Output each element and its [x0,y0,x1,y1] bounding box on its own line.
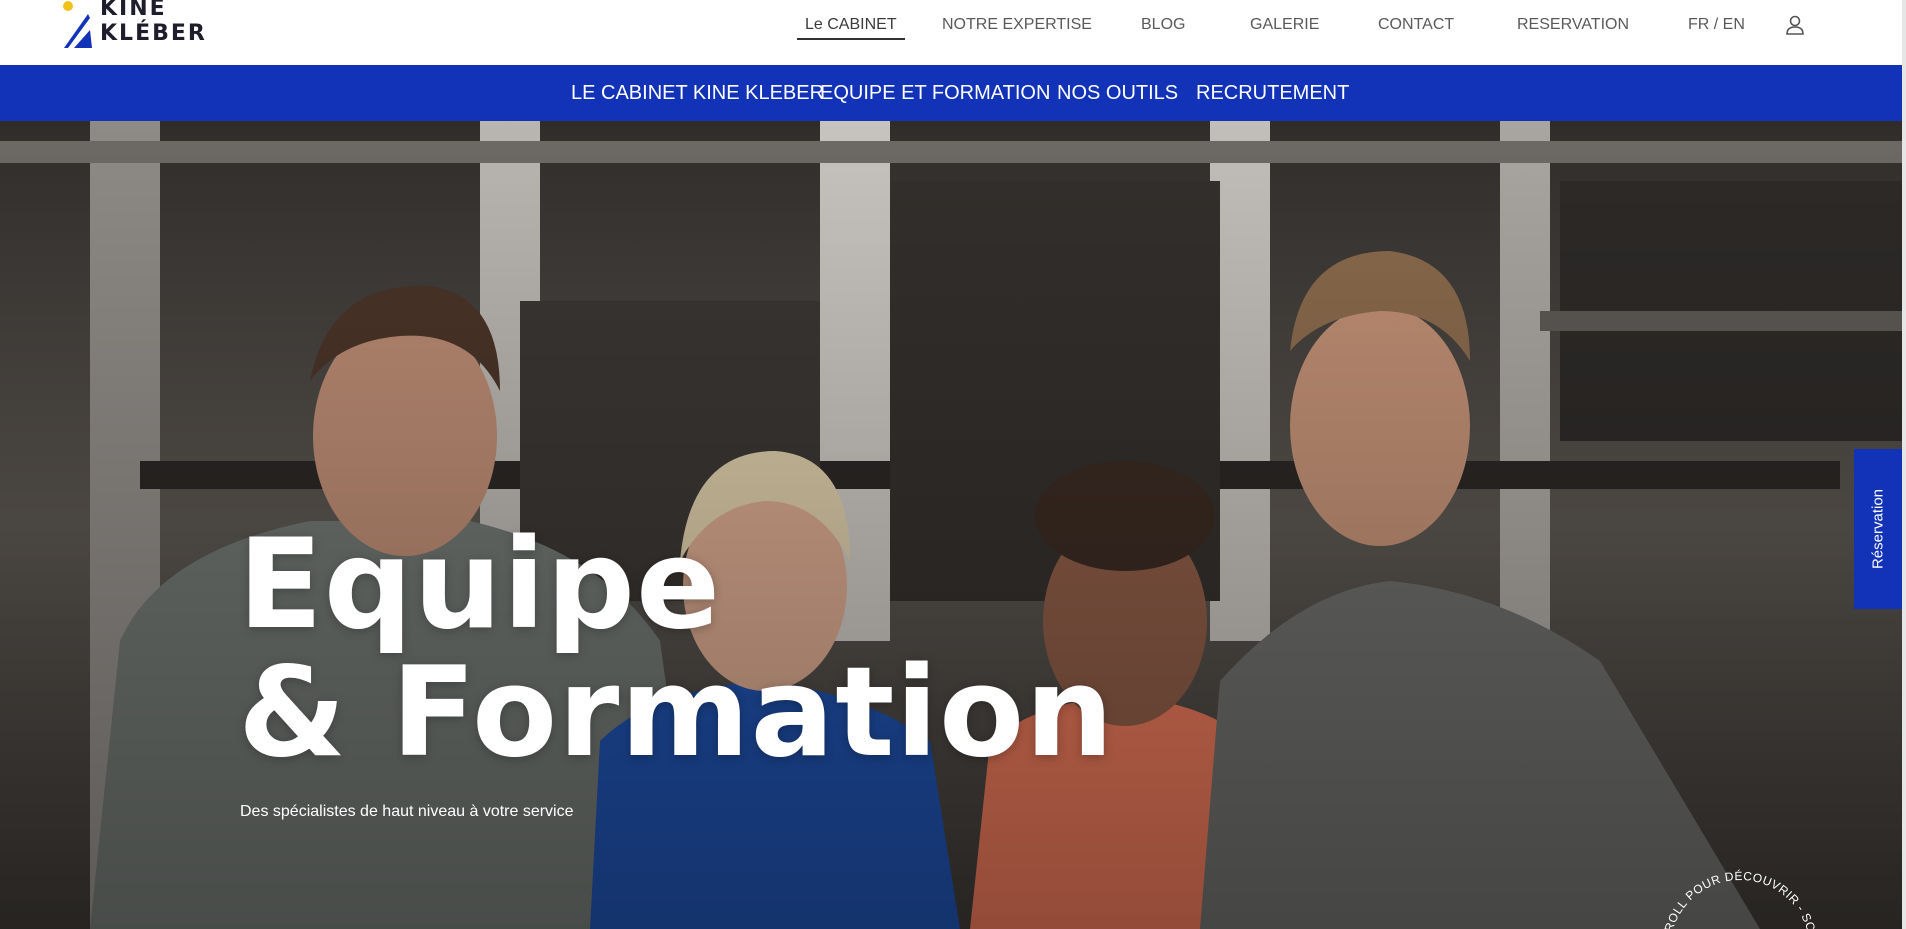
site-header: KINÉ KLÉBER Le CABINET NOTRE EXPERTISE B… [0,0,1906,65]
hero-subtitle: Des spécialistes de haut niveau à votre … [240,803,574,820]
scroll-indicator-badge[interactable]: SCROLL POUR DÉCOUVRIR - SCROLL POUR DÉCO… [1640,830,1840,929]
language-switch[interactable]: FR / EN [1688,14,1745,40]
subnav-item-cabinet[interactable]: LE CABINET KINE KLEBER [571,82,824,104]
nav-item-reservation[interactable]: RESERVATION [1517,14,1629,40]
nav-item-le-cabinet[interactable]: Le CABINET [797,14,905,40]
svg-text:SCROLL POUR DÉCOUVRIR - SCROLL: SCROLL POUR DÉCOUVRIR - SCROLL POUR DÉCO… [1640,830,1821,929]
subnav-item-recrutement[interactable]: RECRUTEMENT [1196,82,1349,104]
subnav-item-equipe-formation[interactable]: EQUIPE ET FORMATION [820,82,1050,104]
main-nav: Le CABINET NOTRE EXPERTISE BLOG GALERIE … [0,0,1906,52]
subnav-item-nos-outils[interactable]: NOS OUTILS [1057,82,1178,104]
side-reservation-label: Réservation [1869,488,1887,570]
scroll-indicator-text: SCROLL POUR DÉCOUVRIR - SCROLL POUR DÉCO… [1640,830,1821,929]
hero-title-line-1: Equipe [238,513,722,657]
hero-title: Equipe & Formation [238,521,1114,777]
page-scrollbar[interactable] [1902,0,1906,929]
nav-item-blog[interactable]: BLOG [1141,14,1185,40]
nav-item-galerie[interactable]: GALERIE [1250,14,1319,40]
hero-banner: Equipe & Formation Des spécialistes de h… [0,121,1906,929]
nav-item-contact[interactable]: CONTACT [1378,14,1454,40]
side-reservation-tab[interactable]: Réservation [1854,449,1902,609]
nav-item-notre-expertise[interactable]: NOTRE EXPERTISE [942,14,1092,40]
section-subnav: LE CABINET KINE KLEBER EQUIPE ET FORMATI… [0,65,1906,121]
user-icon[interactable] [1784,14,1806,36]
hero-title-line-2: & Formation [238,641,1115,785]
